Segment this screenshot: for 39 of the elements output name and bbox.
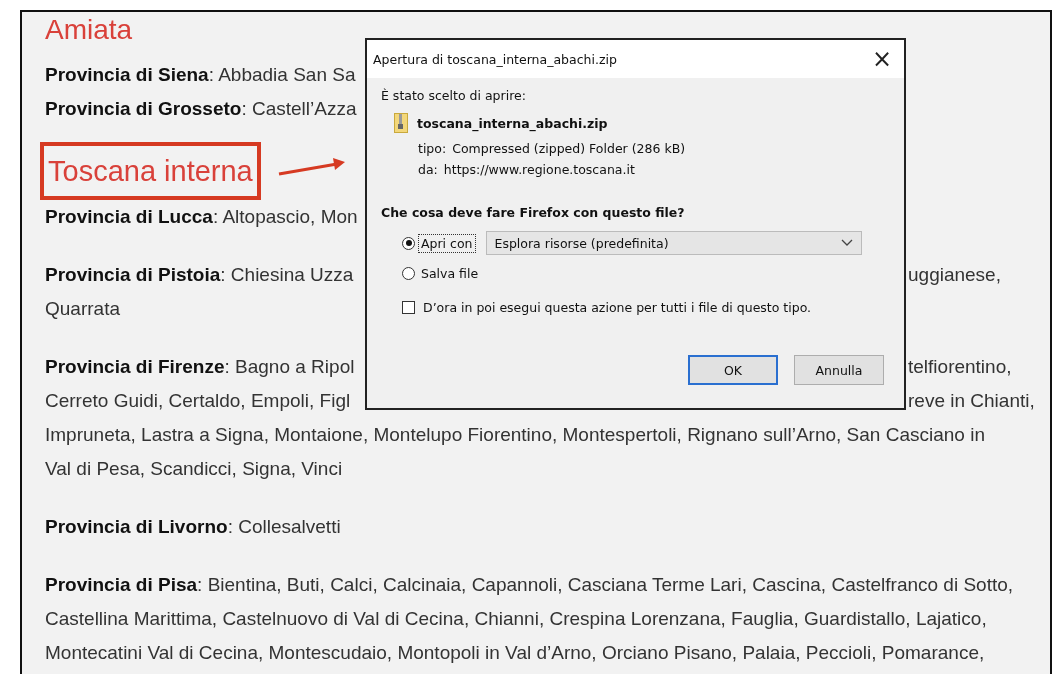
- paragraph-text: telfiorentino,: [908, 355, 1012, 379]
- arrow-icon: [276, 156, 347, 178]
- detail-label: tipo:: [418, 141, 447, 156]
- section-heading: Toscana interna: [40, 142, 261, 200]
- radio-button[interactable]: [402, 266, 415, 280]
- paragraph-text: uggianese,: [908, 263, 1001, 287]
- paragraph-text: Provincia di Pistoia: Chiesina Uzza: [45, 263, 354, 287]
- dialog-question: Che cosa deve fare Firefox con questo file?: [381, 205, 686, 220]
- checkbox[interactable]: [402, 301, 415, 314]
- zip-file-icon: [394, 113, 408, 133]
- paragraph-text: Provincia di Lucca: Altopascio, Mon: [45, 205, 358, 229]
- paragraph-text: Val di Pesa, Scandicci, Signa, Vinci: [45, 457, 343, 481]
- paragraph-text: Provincia di Pisa: Bientina, Buti, Calci, Calcinaia, Capannoli, Casciana Terme Lari, Cascina, Castelfranco di Sotto,: [45, 573, 1014, 597]
- option-label[interactable]: Apri con: [418, 233, 476, 253]
- paragraph-text: Montecatini Val di Cecina, Montescudaio, Montopoli in Val d’Arno, Orciano Pisano, Palaia, Peccioli, Pomarance,: [45, 641, 985, 665]
- checkbox-label[interactable]: D’ora in poi esegui questa azione per tutti i file di questo tipo.: [423, 300, 812, 315]
- paragraph-text: Provincia di Siena: Abbadia San Sa: [45, 63, 356, 87]
- detail-value: Compressed (zipped) Folder (286 kB): [452, 141, 686, 156]
- paragraph-text: reve in Chianti,: [908, 389, 1035, 413]
- dialog-text: È stato scelto di aprire:: [381, 88, 527, 103]
- paragraph-text: Provincia di Livorno: Collesalvetti: [45, 515, 341, 539]
- close-button[interactable]: ×: [860, 40, 904, 78]
- application-dropdown[interactable]: Esplora risorse (predefinita): [485, 231, 862, 255]
- section-heading: Amiata: [45, 13, 134, 47]
- radio-button[interactable]: [402, 236, 415, 250]
- paragraph-text: Castellina Marittima, Castelnuovo di Val di Cecina, Chianni, Crespina Lorenzana, Fauglia, Guardistallo, Lajatico,: [45, 607, 987, 631]
- paragraph-text: Quarrata: [45, 297, 120, 321]
- option-label[interactable]: Salva file: [418, 263, 482, 283]
- file-name: toscana_interna_abachi.zip: [417, 115, 608, 131]
- dialog-title: Apertura di toscana_interna_abachi.zip: [373, 51, 617, 67]
- dialog-button[interactable]: Annulla: [794, 355, 884, 385]
- paragraph-text: Provincia di Grosseto: Castell’Azza: [45, 97, 357, 121]
- detail-label: da:: [418, 162, 438, 177]
- detail-value: https://www.regione.toscana.it: [443, 162, 635, 177]
- chevron-down-icon: [840, 239, 853, 247]
- dialog-button[interactable]: OK: [688, 355, 778, 385]
- paragraph-text: Impruneta, Lastra a Signa, Montaione, Montelupo Fiorentino, Montespertoli, Rignano sull’Arno, San Casciano in: [45, 423, 985, 447]
- paragraph-text: Provincia di Firenze: Bagno a Ripol: [45, 355, 355, 379]
- paragraph-text: Cerreto Guidi, Certaldo, Empoli, Figl: [45, 389, 351, 413]
